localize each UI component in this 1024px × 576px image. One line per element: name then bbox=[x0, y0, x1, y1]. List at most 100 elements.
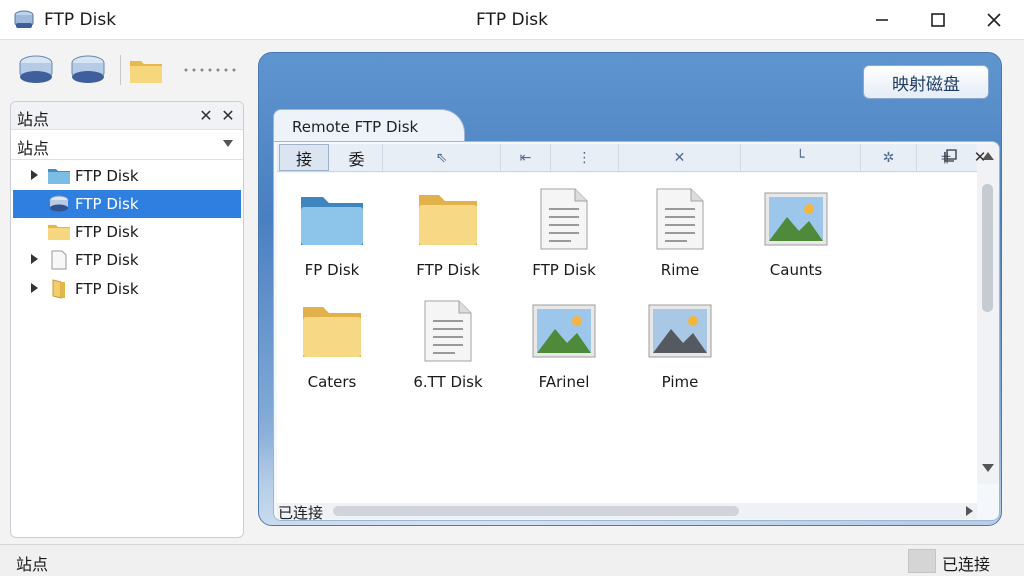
toolbar-separator bbox=[120, 55, 121, 85]
disk-drive-icon bbox=[71, 55, 105, 83]
file-label: FArinel bbox=[538, 373, 590, 391]
file-label: FTP Disk bbox=[416, 261, 480, 279]
minimize-button[interactable] bbox=[854, 0, 910, 40]
image-icon bbox=[764, 192, 828, 246]
chevron-down-icon bbox=[223, 140, 233, 147]
scroll-right-icon[interactable] bbox=[966, 506, 973, 516]
tree-item-label: FTP Disk bbox=[75, 251, 139, 269]
tree-item[interactable]: FTP Disk bbox=[13, 246, 241, 274]
file-toolbar: 接 委 ⇖ ⇤ ⋮ ✕ └ ✲ ⋕ bbox=[277, 144, 977, 172]
disk-drive-icon bbox=[49, 195, 69, 212]
file-grid: FP Disk FTP Disk FTP Disk Rime Caunts Ca… bbox=[277, 173, 977, 503]
folder-icon bbox=[419, 195, 477, 245]
sites-panel: 站点 ✕ ✕ 站点 FTP Disk FTP Disk FTP Disk FTP… bbox=[10, 101, 244, 538]
restore-icon-svg bbox=[944, 149, 957, 162]
document-icon bbox=[656, 188, 704, 250]
scroll-thumb-horizontal[interactable] bbox=[333, 506, 739, 516]
scroll-thumb[interactable] bbox=[982, 184, 993, 312]
tree-item-label: FTP Disk bbox=[75, 195, 139, 213]
file-item[interactable]: Caters bbox=[277, 299, 387, 399]
file-item[interactable]: Caunts bbox=[741, 187, 851, 287]
file-item[interactable]: Pime bbox=[625, 299, 735, 399]
delegate-text-button[interactable]: 委 bbox=[331, 144, 383, 171]
file-label: Rime bbox=[660, 261, 700, 279]
image-icon bbox=[532, 304, 596, 358]
close-small-icon[interactable]: ✕ bbox=[619, 144, 741, 171]
file-item[interactable]: FP Disk bbox=[277, 187, 387, 287]
arrow-left-icon[interactable]: ⇤ bbox=[501, 144, 551, 171]
restore-icon[interactable] bbox=[941, 147, 961, 167]
app-title: FTP Disk bbox=[44, 10, 117, 30]
document-icon bbox=[424, 300, 472, 362]
remote-ftp-body: ✕ 接 委 ⇖ ⇤ ⋮ ✕ └ ✲ ⋕ FP Disk FTP Disk FTP… bbox=[273, 141, 1000, 521]
disconnect-disk-button[interactable] bbox=[68, 53, 108, 87]
tree-item[interactable]: FTP Disk bbox=[13, 218, 241, 246]
horizontal-scrollbar[interactable] bbox=[277, 503, 977, 519]
document-icon bbox=[51, 250, 67, 270]
tree-item-label: FTP Disk bbox=[75, 167, 139, 185]
sites-panel-title: 站点 bbox=[17, 110, 50, 129]
maximize-button[interactable] bbox=[910, 0, 966, 40]
file-label: Caunts bbox=[769, 261, 823, 279]
status-right-text: 已连接 bbox=[942, 555, 991, 574]
expand-arrow-icon[interactable] bbox=[31, 254, 38, 264]
file-item[interactable]: FTP Disk bbox=[393, 187, 503, 287]
sites-panel-header: 站点 ✕ ✕ bbox=[11, 102, 243, 130]
file-label: FP Disk bbox=[304, 261, 360, 279]
more-vertical-icon[interactable]: ⋮ bbox=[551, 144, 619, 171]
folder-icon bbox=[130, 61, 162, 83]
vertical-scrollbar[interactable] bbox=[977, 144, 999, 484]
folder-icon bbox=[48, 225, 70, 240]
status-left-text: 站点 bbox=[16, 555, 49, 574]
connect-text-button[interactable]: 接 bbox=[279, 144, 329, 171]
tab-remote-ftp-disk[interactable]: Remote FTP Disk bbox=[273, 109, 465, 143]
minimize-icon bbox=[876, 19, 888, 21]
tab-label: Remote FTP Disk bbox=[292, 118, 419, 136]
close-button[interactable] bbox=[966, 0, 1022, 40]
sites-filter-value: 站点 bbox=[17, 139, 50, 158]
disk-drive-icon bbox=[19, 55, 53, 83]
connect-disk-button[interactable] bbox=[16, 53, 56, 87]
scroll-down-icon[interactable] bbox=[982, 464, 994, 472]
file-item[interactable]: Rime bbox=[625, 187, 735, 287]
file-item[interactable]: 6.TT Disk bbox=[393, 299, 503, 399]
close-icon bbox=[987, 13, 1001, 27]
document-icon bbox=[540, 188, 588, 250]
connection-status: 已连接 bbox=[278, 504, 324, 521]
corner-icon[interactable]: └ bbox=[741, 144, 861, 171]
main-workspace: 映射磁盘 Remote FTP Disk ✕ 接 委 ⇖ ⇤ ⋮ ✕ └ ✲ ⋕ bbox=[258, 52, 1002, 526]
folder-icon bbox=[303, 307, 361, 357]
sparkle-icon[interactable]: ✲ bbox=[861, 144, 917, 171]
file-item[interactable]: FTP Disk bbox=[509, 187, 619, 287]
expand-arrow-icon[interactable] bbox=[31, 283, 38, 293]
remote-ftp-window: Remote FTP Disk ✕ 接 委 ⇖ ⇤ ⋮ ✕ └ ✲ ⋕ FP D… bbox=[273, 109, 1000, 521]
status-indicator bbox=[908, 549, 936, 573]
file-label: Pime bbox=[661, 373, 699, 391]
arrow-upleft-icon[interactable]: ⇖ bbox=[383, 144, 501, 171]
more-icon[interactable] bbox=[182, 68, 238, 72]
file-label: Caters bbox=[307, 373, 357, 391]
status-bar: 站点 已连接 bbox=[0, 544, 1024, 576]
tree-item[interactable]: FTP Disk bbox=[13, 275, 241, 303]
tree-item[interactable]: FTP Disk bbox=[13, 162, 241, 190]
file-item[interactable]: FArinel bbox=[509, 299, 619, 399]
maximize-icon bbox=[931, 13, 945, 27]
tree-item-label: FTP Disk bbox=[75, 280, 139, 298]
disk-drive-icon bbox=[14, 10, 34, 28]
main-toolbar bbox=[0, 41, 258, 99]
expand-arrow-icon[interactable] bbox=[31, 170, 38, 180]
close-icon[interactable]: ✕ bbox=[970, 147, 990, 167]
tree-item-label: FTP Disk bbox=[75, 223, 139, 241]
file-label: 6.TT Disk bbox=[413, 373, 483, 391]
tree-item-selected[interactable]: FTP Disk bbox=[13, 190, 241, 218]
folder-blue-icon bbox=[48, 169, 70, 184]
title-bar: FTP Disk FTP Disk bbox=[0, 0, 1024, 40]
file-label: FTP Disk bbox=[532, 261, 596, 279]
sites-filter-dropdown[interactable]: 站点 bbox=[11, 130, 243, 160]
image-icon bbox=[648, 304, 712, 358]
panel-pin-close-icon[interactable]: ✕ bbox=[197, 107, 215, 125]
map-drive-button[interactable]: 映射磁盘 bbox=[863, 65, 989, 99]
panel-close-icon[interactable]: ✕ bbox=[219, 107, 237, 125]
folder-blue-icon bbox=[301, 197, 363, 245]
open-folder-button[interactable] bbox=[128, 53, 168, 87]
